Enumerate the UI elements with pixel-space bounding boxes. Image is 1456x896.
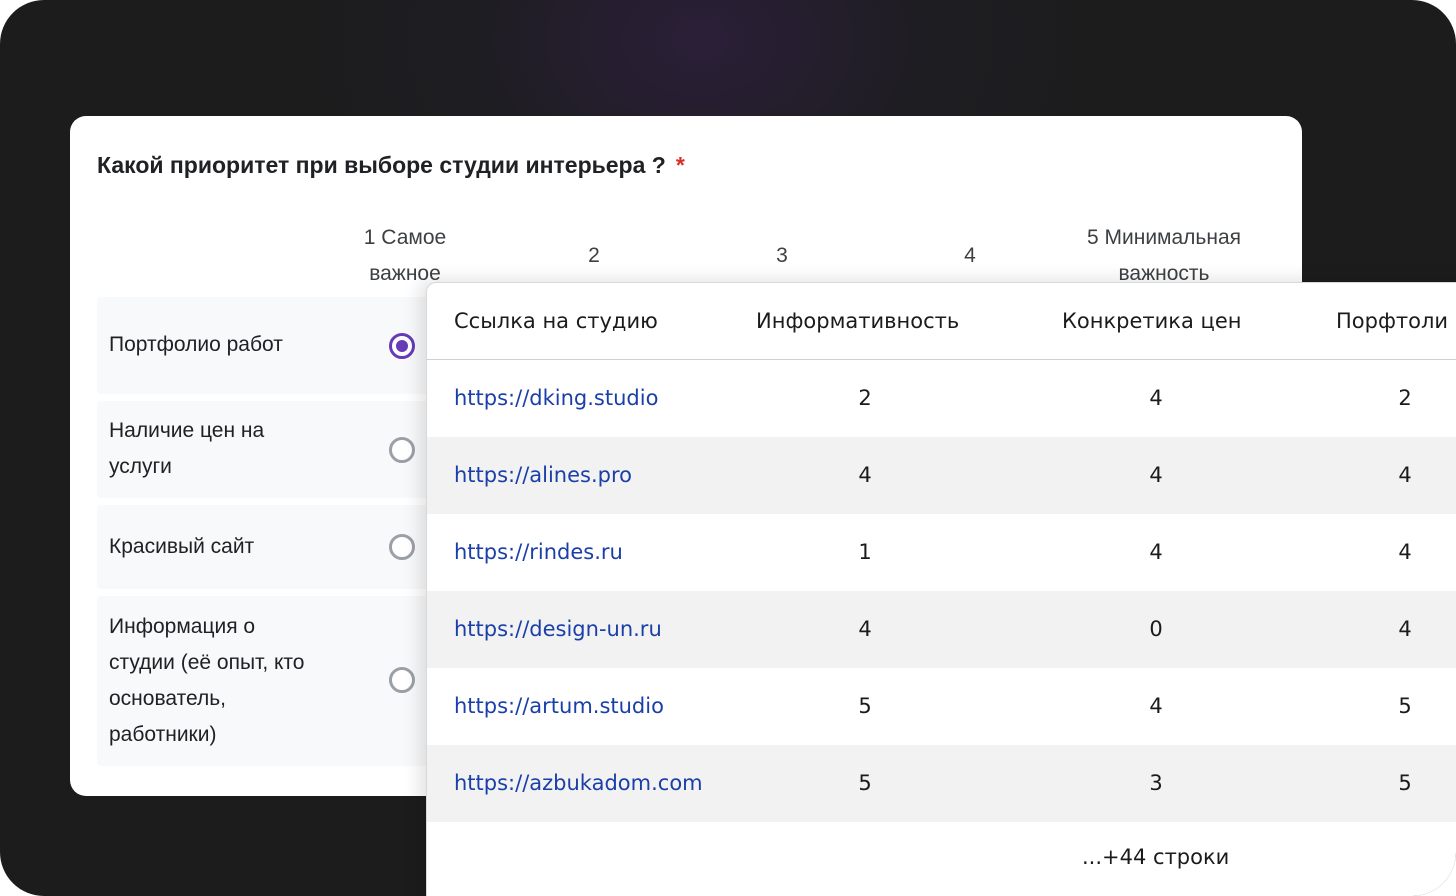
question-text: Какой приоритет при выборе студии интерь… <box>97 152 666 178</box>
row-label-portfolio: Портфолио работ <box>109 333 283 356</box>
portfolio-score: 4 <box>1398 463 1412 487</box>
studio-link[interactable]: https://dking.studio <box>454 360 658 437</box>
radio-design-priority-1[interactable] <box>389 534 415 560</box>
price-score: 4 <box>1149 540 1163 564</box>
header-price-specifics: Конкретика цен <box>1062 309 1242 333</box>
row-label-prices: Наличие цен на услуги <box>109 419 265 478</box>
header-portfolio: Порфтоли <box>1336 309 1449 333</box>
radio-portfolio-priority-1[interactable] <box>389 333 415 359</box>
header-studio-link: Ссылка на студию <box>454 309 658 333</box>
studio-link[interactable]: https://design-un.ru <box>454 591 662 668</box>
informativeness-score: 5 <box>858 694 872 718</box>
results-table: Ссылка на студию Информативность Конкрет… <box>426 282 1456 896</box>
portfolio-score: 5 <box>1398 694 1412 718</box>
radio-info-priority-1[interactable] <box>389 667 415 693</box>
table-row: https://azbukadom.com 5 3 5 <box>427 745 1456 822</box>
header-informativeness: Информативность <box>756 309 960 333</box>
table-row: https://artum.studio 5 4 5 <box>427 668 1456 745</box>
informativeness-score: 4 <box>858 617 872 641</box>
required-asterisk: * <box>675 152 685 178</box>
radio-prices-priority-1[interactable] <box>389 437 415 463</box>
table-header-row: Ссылка на студию Информативность Конкрет… <box>427 283 1456 360</box>
informativeness-score: 4 <box>858 463 872 487</box>
row-label-design: Красивый сайт <box>109 535 255 558</box>
informativeness-score: 1 <box>858 540 872 564</box>
price-score: 4 <box>1149 463 1163 487</box>
table-row: https://rindes.ru 1 4 4 <box>427 514 1456 591</box>
price-score: 3 <box>1149 771 1163 795</box>
table-row: https://dking.studio 2 4 2 <box>427 360 1456 437</box>
portfolio-score: 2 <box>1398 386 1412 410</box>
table-row: https://alines.pro 4 4 4 <box>427 437 1456 514</box>
portfolio-score: 5 <box>1398 771 1412 795</box>
studio-link[interactable]: https://alines.pro <box>454 437 632 514</box>
dark-background: Какой приоритет при выборе студии интерь… <box>0 0 1456 896</box>
price-score: 0 <box>1149 617 1163 641</box>
price-score: 4 <box>1149 386 1163 410</box>
more-rows-label: ...+44 строки <box>1082 845 1230 869</box>
row-label-info: Информация о студии (её опыт, кто основа… <box>109 615 305 746</box>
table-row: https://design-un.ru 4 0 4 <box>427 591 1456 668</box>
portfolio-score: 4 <box>1398 540 1412 564</box>
informativeness-score: 2 <box>858 386 872 410</box>
studio-link[interactable]: https://azbukadom.com <box>454 745 703 822</box>
question-title: Какой приоритет при выборе студии интерь… <box>97 152 685 179</box>
more-rows-indicator: ...+44 строки <box>427 819 1456 895</box>
portfolio-score: 4 <box>1398 617 1412 641</box>
studio-link[interactable]: https://artum.studio <box>454 668 664 745</box>
price-score: 4 <box>1149 694 1163 718</box>
informativeness-score: 5 <box>858 771 872 795</box>
studio-link[interactable]: https://rindes.ru <box>454 514 623 591</box>
